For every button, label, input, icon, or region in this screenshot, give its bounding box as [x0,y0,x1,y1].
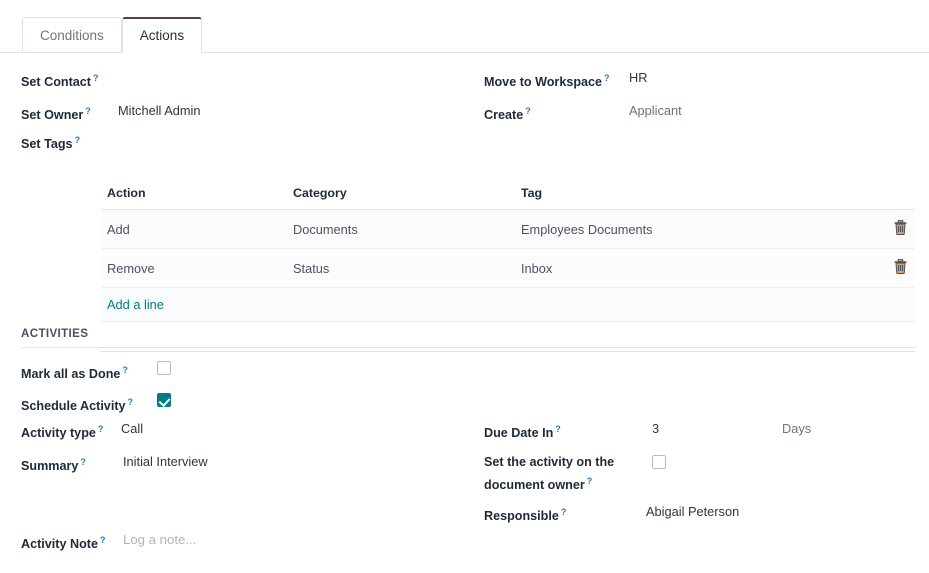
set-on-document-owner-checkbox[interactable] [652,455,666,469]
tab-conditions[interactable]: Conditions [22,17,122,53]
cell-action[interactable]: Remove [101,249,287,288]
column-header-action[interactable]: Action [101,181,287,210]
add-a-line-cell: Add a line [101,288,915,322]
field-set-contact: Set Contact? [21,69,118,91]
notebook-tabbar: Conditions Actions [0,16,929,53]
tab-conditions-label: Conditions [40,28,104,43]
schedule-activity-checkbox[interactable] [157,393,171,407]
field-summary-label: Summary? [21,453,123,475]
column-header-category[interactable]: Category [287,181,515,210]
field-set-owner-value[interactable]: Mitchell Admin [118,102,201,120]
table-row[interactable]: Add Documents Employees Documents [101,210,915,249]
help-icon[interactable]: ? [122,365,128,375]
cell-tag[interactable]: Employees Documents [515,210,875,249]
cell-delete [875,210,915,249]
help-icon[interactable]: ? [587,476,593,486]
help-icon[interactable]: ? [80,457,86,467]
cell-delete [875,249,915,288]
tab-actions[interactable]: Actions [122,17,202,53]
trash-icon[interactable] [894,259,907,274]
add-a-line-row[interactable]: Add a line [101,288,915,322]
field-due-date-in: Due Date In? 3 Days [484,420,811,442]
field-create-label: Create? [484,102,629,124]
activities-section-title: ACTIVITIES [21,327,917,348]
help-icon[interactable]: ? [525,106,531,116]
cell-tag[interactable]: Inbox [515,249,875,288]
mark-all-as-done-checkbox[interactable] [157,361,171,375]
cell-category[interactable]: Documents [287,210,515,249]
help-icon[interactable]: ? [93,73,99,83]
field-summary: Summary? Initial Interview [21,453,208,475]
field-schedule-activity-label: Schedule Activity? [21,393,157,415]
help-icon[interactable]: ? [604,73,610,83]
help-icon[interactable]: ? [75,135,81,145]
tab-actions-label: Actions [140,28,184,43]
field-due-date-unit[interactable]: Days [782,420,811,438]
field-activity-type-label: Activity type? [21,420,121,442]
field-set-owner-label: Set Owner? [21,102,118,124]
field-responsible-label: Responsible? [484,503,646,525]
field-move-to-workspace-label: Move to Workspace? [484,69,629,91]
field-set-tags-label: Set Tags? [21,131,118,153]
activity-note-input[interactable]: Log a note... [123,531,196,549]
field-set-on-document-owner-label: Set the activity on thedocument owner? [484,453,652,495]
field-responsible: Responsible? Abigail Peterson [484,503,739,525]
field-set-tags: Set Tags? [21,131,118,153]
help-icon[interactable]: ? [561,507,567,517]
field-set-contact-label: Set Contact? [21,69,118,91]
field-due-date-in-label: Due Date In? [484,420,652,442]
field-create: Create? Applicant [484,102,682,124]
trash-icon[interactable] [894,220,907,235]
table-header-row: Action Category Tag [101,181,915,210]
field-schedule-activity: Schedule Activity? [21,393,171,415]
column-header-tag[interactable]: Tag [515,181,875,210]
field-move-to-workspace: Move to Workspace? HR [484,69,647,91]
field-activity-type: Activity type? Call [21,420,143,442]
cell-category[interactable]: Status [287,249,515,288]
field-responsible-value[interactable]: Abigail Peterson [646,503,739,521]
help-icon[interactable]: ? [85,106,91,116]
field-move-to-workspace-value[interactable]: HR [629,69,647,87]
add-a-line-link[interactable]: Add a line [107,297,164,312]
field-create-value[interactable]: Applicant [629,102,682,120]
help-icon[interactable]: ? [100,535,106,545]
field-mark-all-as-done-label: Mark all as Done? [21,361,157,383]
field-summary-value[interactable]: Initial Interview [123,453,208,471]
cell-action[interactable]: Add [101,210,287,249]
help-icon[interactable]: ? [128,397,134,407]
column-header-actions [875,181,915,210]
field-set-owner: Set Owner? Mitchell Admin [21,102,201,124]
field-due-date-in-value[interactable]: 3 [652,420,782,438]
field-activity-note: Activity Note? Log a note... [21,531,196,553]
help-icon[interactable]: ? [555,424,561,434]
field-set-on-document-owner: Set the activity on thedocument owner? [484,453,666,495]
field-activity-note-label: Activity Note? [21,531,123,553]
field-mark-all-as-done: Mark all as Done? [21,361,171,383]
tabbar-left-filler [0,17,22,53]
field-activity-type-value[interactable]: Call [121,420,143,438]
help-icon[interactable]: ? [98,424,104,434]
tabbar-right-filler [202,17,929,53]
table-row[interactable]: Remove Status Inbox [101,249,915,288]
